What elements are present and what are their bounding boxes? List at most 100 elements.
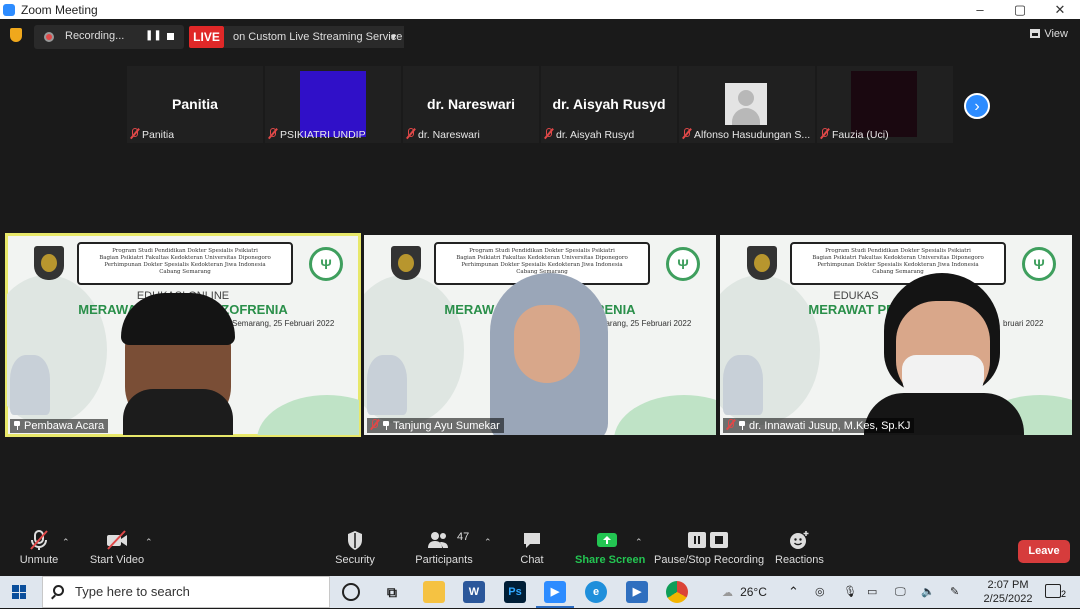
clock-time: 2:07 PM	[987, 579, 1029, 591]
view-icon	[1030, 29, 1041, 38]
unmute-button[interactable]: Unmute	[14, 529, 64, 566]
tray-app-icon[interactable]: ◎	[815, 576, 825, 608]
muted-mic-icon	[268, 128, 277, 139]
slide-header-line: Perhimpunan Dokter Spesialis Kedokteran …	[461, 262, 623, 268]
participant-name-tag: PSIKIATRI UNDIP	[268, 128, 366, 141]
participant-display-name: Panitia	[172, 96, 218, 112]
maximize-button[interactable]: ▢	[1000, 0, 1040, 19]
security-button[interactable]: Security	[333, 529, 377, 566]
participant-name: dr. Nareswari	[418, 129, 480, 141]
chat-button[interactable]: Chat	[516, 529, 548, 566]
pause-recording-icon[interactable]: ❚❚	[145, 30, 162, 41]
taskbar-search-input[interactable]: Type here to search	[42, 576, 330, 608]
live-stream-label: on Custom Live Streaming Service	[233, 31, 403, 43]
stop-recording-icon[interactable]	[167, 33, 174, 40]
participant-tile[interactable]: dr. Aisyah Rusyd dr. Aisyah Rusyd	[541, 66, 677, 143]
show-hidden-icons-chevron-icon[interactable]: ⌃	[788, 576, 799, 608]
muted-mic-icon	[726, 419, 735, 430]
muted-mic-icon	[682, 128, 691, 139]
pause-stop-recording-icon	[688, 532, 728, 548]
chat-label: Chat	[520, 554, 544, 566]
microphone-icon[interactable]: 🎙	[843, 576, 857, 608]
pause-stop-recording-button[interactable]: Pause/Stop Recording	[654, 529, 764, 566]
zoom-app-icon	[3, 3, 15, 16]
start-video-button[interactable]: Start Video	[88, 529, 146, 566]
weather-widget[interactable]: ☁ 26°C	[722, 576, 767, 608]
view-button[interactable]: View	[1030, 28, 1068, 40]
security-label: Security	[335, 554, 375, 566]
participant-tile[interactable]: Fauzia (Uci)	[817, 66, 953, 143]
search-placeholder: Type here to search	[75, 584, 190, 599]
slide-header-line: Program Studi Pendidikan Dokter Spesiali…	[825, 248, 971, 254]
participants-label: Participants	[415, 554, 473, 566]
association-logo-icon: Ψ	[1022, 247, 1056, 281]
edge-icon[interactable]: e	[585, 581, 607, 603]
pen-icon[interactable]: ✎	[950, 576, 959, 608]
audio-options-chevron-icon[interactable]: ⌃	[62, 537, 70, 548]
participant-person	[484, 273, 614, 435]
security-shield-icon[interactable]	[10, 28, 22, 42]
media-player-icon[interactable]: ▶	[626, 581, 648, 603]
pin-icon	[382, 421, 390, 430]
reactions-button[interactable]: Reactions	[775, 529, 824, 566]
participant-tile[interactable]: Alfonso Hasudungan S...	[679, 66, 815, 143]
participant-name-tag: Panitia	[130, 128, 174, 141]
minimize-button[interactable]: –	[960, 0, 1000, 19]
participants-icon: 47	[419, 529, 469, 551]
participant-tile[interactable]: Panitia Panitia	[127, 66, 263, 143]
participant-name-tag: Fauzia (Uci)	[820, 128, 889, 141]
video-name-tag: Tanjung Ayu Sumekar	[367, 418, 504, 433]
word-icon[interactable]: W	[463, 581, 485, 603]
leave-button[interactable]: Leave	[1018, 540, 1070, 563]
next-page-arrow-icon[interactable]: ›	[964, 93, 990, 119]
volume-icon[interactable]: 🔈	[921, 576, 935, 608]
live-badge: LIVE	[189, 26, 224, 48]
notification-count: 2	[1060, 587, 1066, 601]
windows-start-icon[interactable]	[12, 585, 26, 599]
zoom-taskbar-icon[interactable]: ▶	[536, 581, 574, 608]
video-tile-active-speaker[interactable]: Program Studi Pendidikan Dokter Spesiali…	[5, 233, 361, 437]
share-options-chevron-icon[interactable]: ⌃	[635, 537, 643, 548]
cortana-icon[interactable]	[342, 583, 360, 601]
participant-tile[interactable]: dr. Nareswari dr. Nareswari	[403, 66, 539, 143]
muted-mic-icon	[30, 530, 48, 550]
university-logo-icon	[34, 246, 64, 280]
slide-header-line: Program Studi Pendidikan Dokter Spesiali…	[469, 248, 615, 254]
participants-options-chevron-icon[interactable]: ⌃	[484, 537, 492, 548]
chrome-icon[interactable]	[666, 581, 688, 603]
muted-mic-icon	[406, 128, 415, 139]
photoshop-icon[interactable]: Ps	[504, 581, 526, 603]
close-button[interactable]: ✕	[1040, 0, 1080, 19]
window-title: Zoom Meeting	[21, 2, 98, 17]
slide-header-line: Bagian Psikiatri Fakultas Kedokteran Uni…	[99, 255, 271, 261]
battery-icon[interactable]: ▭	[867, 576, 877, 608]
share-screen-button[interactable]: Share Screen	[575, 529, 645, 566]
video-options-chevron-icon[interactable]: ⌃	[145, 537, 153, 548]
participant-name: Tanjung Ayu Sumekar	[393, 420, 500, 432]
pin-icon	[738, 421, 746, 430]
taskbar-clock[interactable]: 2:07 PM 2/25/2022	[978, 578, 1038, 606]
participant-person	[864, 269, 1024, 435]
task-view-icon[interactable]: ⧉	[381, 581, 403, 603]
file-explorer-icon[interactable]	[423, 581, 445, 603]
participant-name: dr. Aisyah Rusyd	[556, 129, 635, 141]
network-icon[interactable]: 🖵	[895, 576, 906, 608]
slide-header-line: Perhimpunan Dokter Spesialis Kedokteran …	[817, 262, 979, 268]
video-tile[interactable]: Program Studi Pendidikan Dokter Spesiali…	[720, 235, 1072, 435]
participant-tile[interactable]: PSIKIATRI UNDIP	[265, 66, 401, 143]
university-logo-icon	[747, 246, 777, 280]
unmute-label: Unmute	[19, 554, 59, 566]
slide-header: Program Studi Pendidikan Dokter Spesiali…	[77, 242, 293, 285]
participants-button[interactable]: 47 Participants	[412, 529, 476, 566]
window-controls: – ▢ ✕	[960, 0, 1080, 19]
muted-mic-icon	[544, 128, 553, 139]
video-tile[interactable]: Program Studi Pendidikan Dokter Spesiali…	[364, 235, 716, 435]
weather-temp: 26°C	[740, 585, 767, 599]
pin-icon	[13, 421, 21, 430]
notification-center-icon[interactable]: 2	[1045, 584, 1066, 601]
participant-name: Alfonso Hasudungan S...	[694, 129, 811, 141]
video-off-icon	[107, 530, 127, 550]
live-stream-dropdown[interactable]: on Custom Live Streaming Service ▼	[224, 26, 404, 48]
share-screen-icon	[597, 533, 617, 547]
search-icon	[53, 585, 64, 596]
